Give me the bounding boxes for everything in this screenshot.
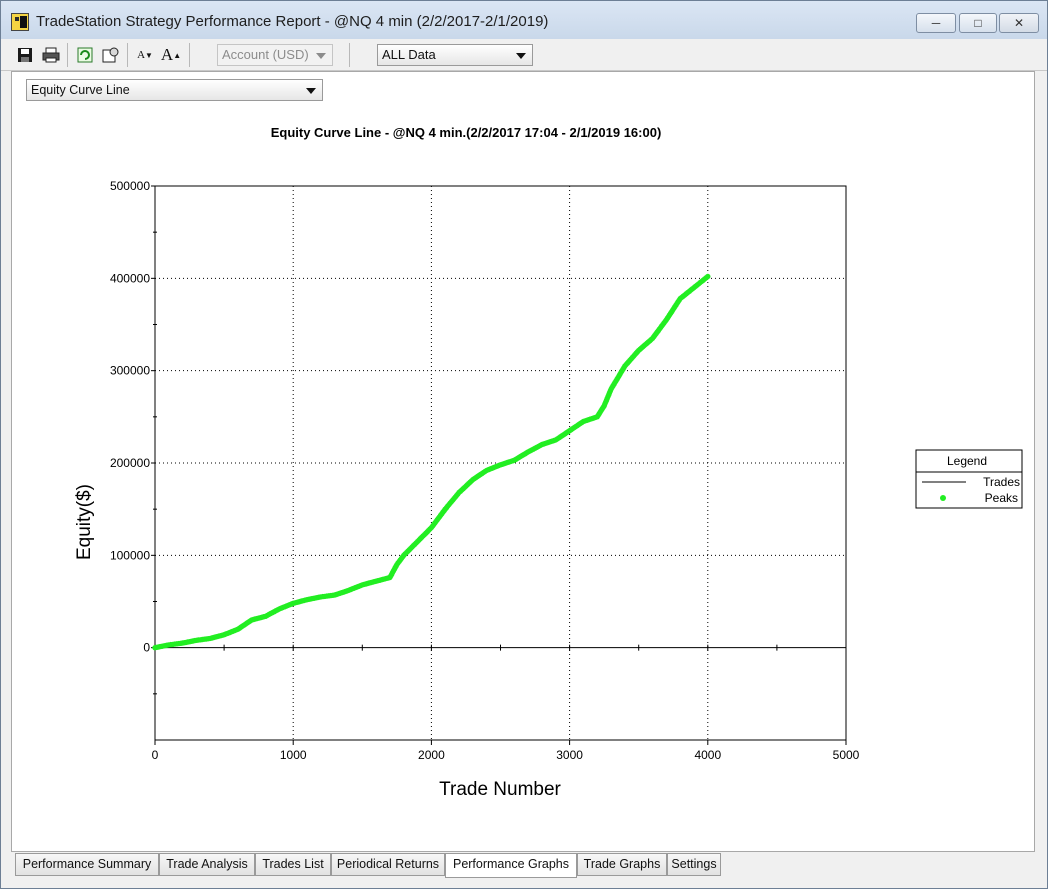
minimize-button[interactable]: ─ [916,13,956,33]
equity-curve-chart: Equity Curve Line - @NQ 4 min.(2/2/2017 … [74,125,1023,800]
chart-title: Equity Curve Line - @NQ 4 min.(2/2/2017 … [271,125,662,140]
toolbar-separator [189,43,190,67]
x-tick-label: 0 [152,748,159,762]
increase-font-button[interactable]: A ▲ [161,45,181,65]
close-button[interactable]: ✕ [999,13,1039,33]
minimize-icon: ─ [931,16,941,30]
chevron-down-icon [316,53,326,59]
print-button[interactable] [41,45,61,65]
x-tick-label: 3000 [556,748,583,762]
save-button[interactable] [15,45,35,65]
tradestation-app-icon[interactable] [11,13,29,31]
toolbar-separator [349,43,350,67]
toolbar-separator [67,43,68,67]
peak-point [705,273,711,280]
tab-periodical-returns[interactable]: Periodical Returns [331,853,445,876]
y-tick-label: 400000 [110,271,150,285]
tab-performance-summary[interactable]: Performance Summary [15,853,159,876]
toolbar: A ▼ A ▲ Account (USD) ALL Data [1,39,1047,71]
font-larger-icon: A [160,45,174,64]
y-tick-label: 300000 [110,364,150,378]
decrease-font-button[interactable]: A ▼ [135,45,155,65]
account-combo[interactable]: Account (USD) [217,44,333,66]
title-bar[interactable]: TradeStation Strategy Performance Report… [1,1,1047,39]
x-tick-label: 2000 [418,748,445,762]
refresh-icon [77,47,93,63]
account-combo-value: Account (USD) [222,47,309,62]
legend-peaks-swatch [940,495,946,501]
x-tick-label: 1000 [280,748,307,762]
window-title: TradeStation Strategy Performance Report… [36,13,549,30]
legend: Legend Trades Peaks [915,449,1023,509]
x-axis-label: Trade Number [439,779,561,800]
x-tick-label: 5000 [833,748,860,762]
legend-trades-label: Trades [983,475,1020,489]
refresh-button[interactable] [75,45,95,65]
properties-icon [102,47,119,63]
properties-button[interactable] [101,45,121,65]
maximize-button[interactable]: □ [959,13,997,33]
graph-panel: Equity Curve Line Equity Curve Line - @N… [11,71,1035,852]
x-tick-label: 4000 [694,748,721,762]
maximize-icon: □ [974,16,982,30]
chevron-down-icon [516,53,526,59]
y-tick-label: 0 [143,641,150,655]
save-icon [18,48,32,62]
legend-peaks-label: Peaks [985,491,1018,505]
tab-trade-graphs[interactable]: Trade Graphs [577,853,667,876]
y-tick-label: 100000 [110,548,150,562]
y-tick-label: 500000 [110,179,150,193]
data-range-combo-value: ALL Data [382,47,436,62]
data-range-combo[interactable]: ALL Data [377,44,533,66]
report-window: TradeStation Strategy Performance Report… [0,0,1048,889]
tab-trades-list[interactable]: Trades List [255,853,331,876]
font-smaller-icon: A [137,49,146,61]
tab-trade-analysis[interactable]: Trade Analysis [159,853,255,876]
tab-settings[interactable]: Settings [667,853,721,876]
toolbar-separator [127,43,128,67]
y-tick-label: 200000 [110,456,150,470]
print-icon [42,47,60,63]
legend-title: Legend [947,454,987,468]
y-axis-label: Equity($) [74,484,95,560]
tab-performance-graphs[interactable]: Performance Graphs [445,853,577,878]
close-icon: ✕ [1013,16,1025,30]
